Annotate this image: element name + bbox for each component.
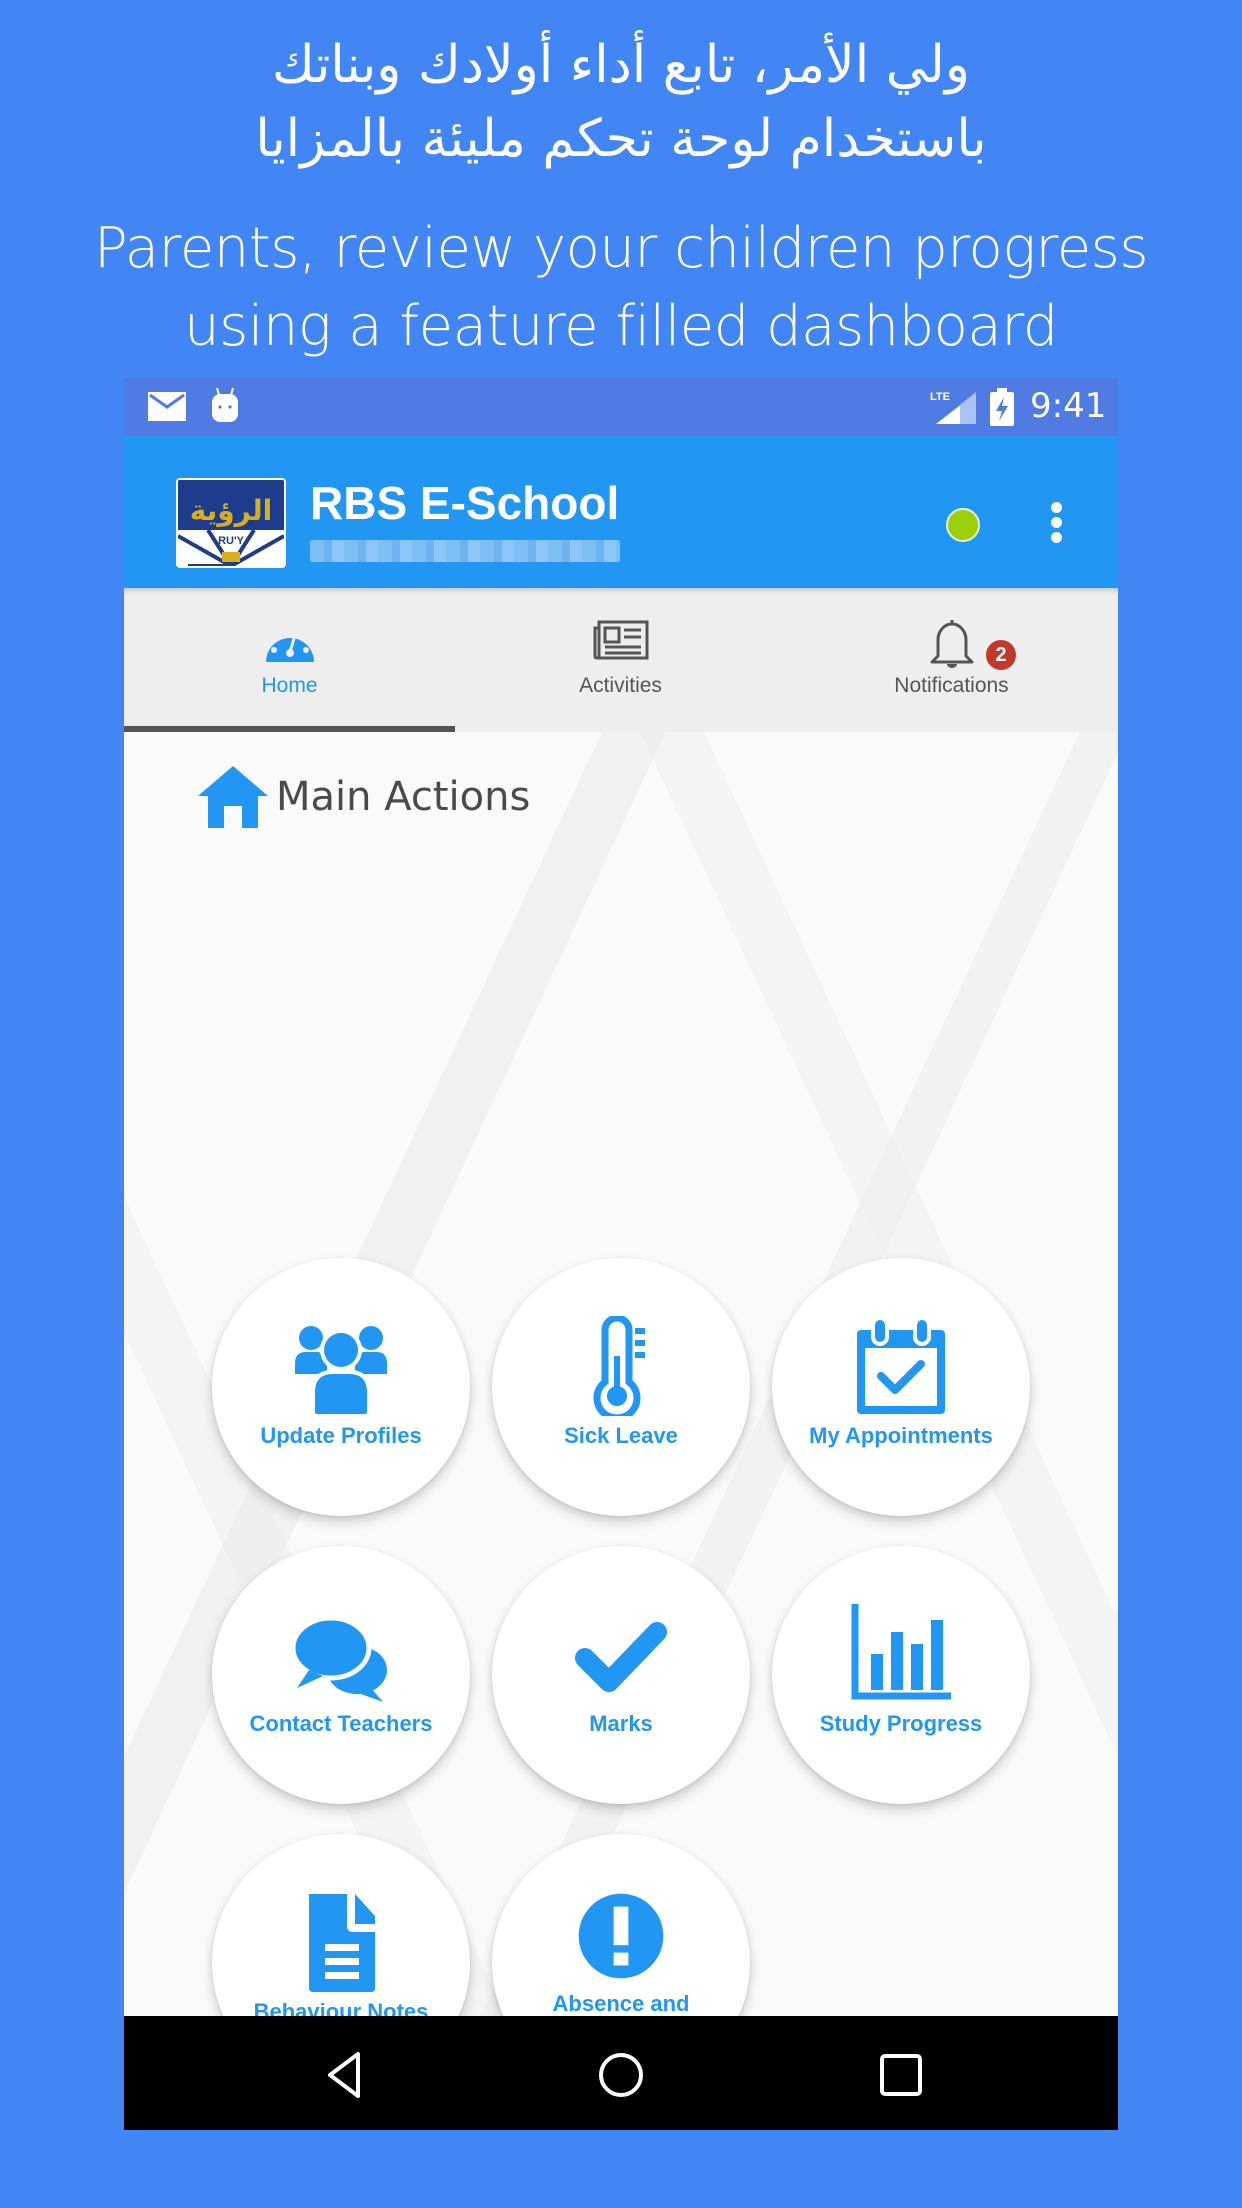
home-button[interactable] (596, 2050, 646, 2100)
promo-arabic-line-2: باستخدام لوحة تحكم مليئة بالمزايا (255, 109, 987, 169)
action-label: Sick Leave (564, 1423, 678, 1448)
action-my-appointments[interactable]: My Appointments (772, 1258, 1030, 1516)
lte-signal-icon: LTE (930, 391, 976, 424)
dashboard-icon (265, 626, 314, 662)
calendar-check-icon (857, 1316, 945, 1414)
online-status-indicator (946, 508, 980, 542)
newspaper-icon (593, 620, 648, 660)
action-label: Contact Teachers (249, 1711, 433, 1736)
action-label: Study Progress (819, 1711, 983, 1736)
promo-arabic-line-1: ولي الأمر، تابع أداء أولادك وبناتك (272, 35, 970, 95)
tab-home-label: Home (261, 674, 318, 697)
battery-charging-icon (990, 388, 1014, 426)
svg-text:RU'Y: RU'Y (218, 535, 245, 547)
action-contact-teachers[interactable]: Contact Teachers (212, 1546, 470, 1804)
phone-screen: LTE 9:41 الرؤية RU'Y RBS E-School Home A… (124, 378, 1118, 2130)
app-title: RBS E-School (310, 477, 620, 529)
action-update-profiles[interactable]: Update Profiles (212, 1258, 470, 1516)
mail-icon (148, 392, 186, 421)
tab-activities-label: Activities (579, 674, 662, 697)
action-study-progress[interactable]: Study Progress (772, 1546, 1030, 1804)
svg-text:LTE: LTE (930, 391, 950, 403)
back-button[interactable] (320, 2050, 370, 2100)
action-label: Update Profiles (260, 1423, 422, 1448)
overflow-menu-button[interactable] (1048, 502, 1064, 548)
tab-home[interactable]: Home (124, 588, 455, 732)
checkmark-icon (575, 1622, 667, 1692)
school-logo-graphic: الرؤية RU'Y (178, 480, 284, 566)
main-content: Main Actions Update Profiles Sick Leave … (124, 732, 1118, 2092)
bar-chart-icon (851, 1604, 951, 1700)
tab-bar: Home Activities 2 Notifications (124, 588, 1118, 732)
school-logo: الرؤية RU'Y (176, 478, 286, 568)
clock: 9:41 (1030, 386, 1107, 426)
android-icon (212, 388, 238, 422)
status-bar: LTE 9:41 (124, 378, 1118, 436)
action-sick-leave[interactable]: Sick Leave (492, 1258, 750, 1516)
svg-text:الرؤية: الرؤية (190, 494, 272, 527)
app-bar: الرؤية RU'Y RBS E-School (124, 436, 1118, 588)
tab-notifications-label: Notifications (894, 674, 1009, 697)
bell-icon (930, 620, 973, 668)
more-vert-icon (1050, 502, 1062, 513)
chat-bubbles-icon (291, 1615, 387, 1702)
notification-badge: 2 (986, 640, 1016, 670)
promo-english-line-2: using a feature filled dashboard (184, 294, 1058, 359)
actions-grid: Update Profiles Sick Leave My Appointmen… (124, 732, 1118, 2092)
document-icon (309, 1894, 375, 1992)
tab-notifications[interactable]: 2 Notifications (786, 588, 1117, 732)
promo-english-text: Parents, review your children progress u… (0, 210, 1242, 366)
promo-english-line-1: Parents, review your children progress (93, 216, 1149, 281)
action-label: My Appointments (809, 1423, 993, 1448)
exclamation-circle-icon (578, 1893, 664, 1979)
action-label: Marks (589, 1711, 653, 1736)
users-icon (295, 1326, 387, 1416)
promo-arabic-text: ولي الأمر، تابع أداء أولادك وبناتك باستخ… (0, 28, 1242, 176)
system-navigation-bar (124, 2016, 1118, 2130)
tab-activities[interactable]: Activities (455, 588, 786, 732)
recents-button[interactable] (876, 2050, 926, 2100)
thermometer-icon (593, 1316, 645, 1416)
action-marks[interactable]: Marks (492, 1546, 750, 1804)
user-name-redacted (310, 540, 620, 562)
